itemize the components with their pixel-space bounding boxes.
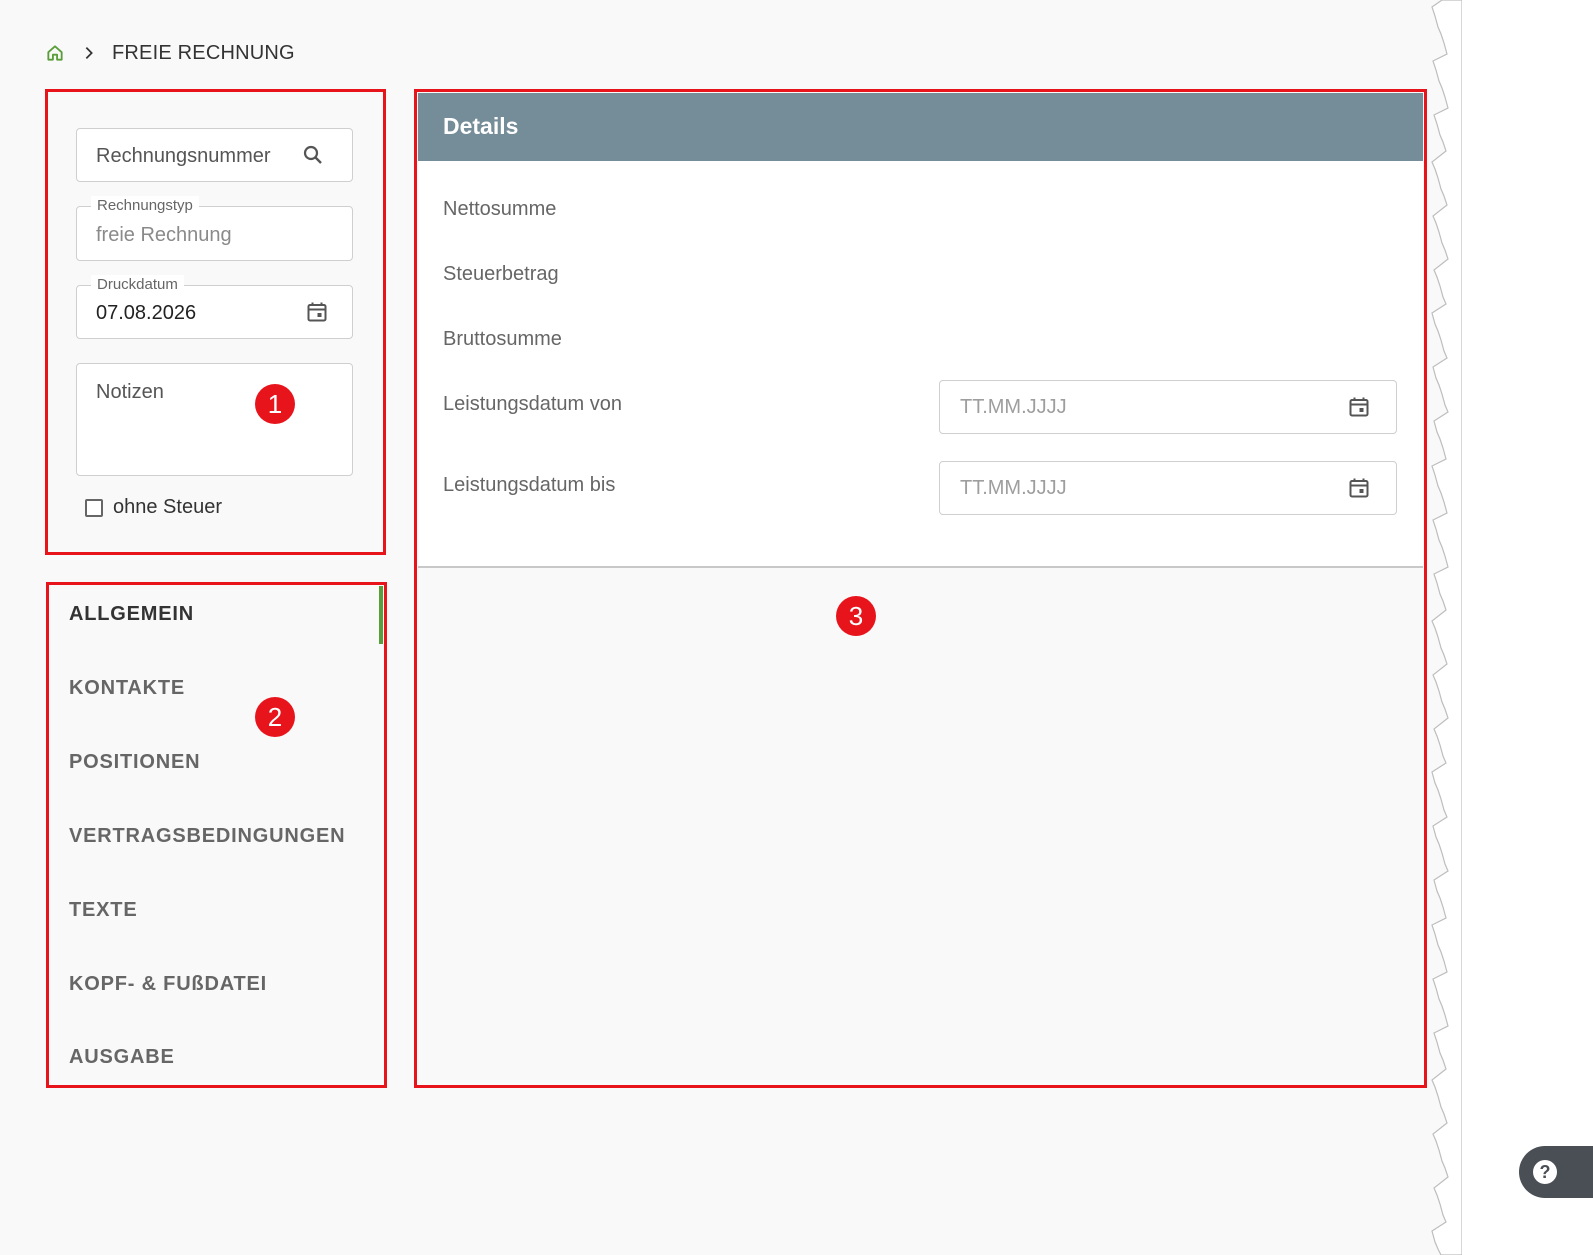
chevron-right-icon bbox=[78, 42, 100, 64]
invoice-type-value: freie Rechnung bbox=[96, 224, 232, 246]
breadcrumb-current: FREIE RECHNUNG bbox=[112, 41, 295, 64]
print-date-value: 07.08.2026 bbox=[96, 302, 197, 324]
page: FREIE RECHNUNG Rechnungsnummer Rechnungs… bbox=[0, 0, 1452, 1255]
section-tabs: ALLGEMEIN KONTAKTE POSITIONEN VERTRAGSBE… bbox=[49, 586, 383, 1084]
notes-textarea[interactable]: Notizen bbox=[76, 363, 353, 476]
tab-kontakte[interactable]: KONTAKTE bbox=[69, 677, 185, 700]
tab-kopf-fussdatei[interactable]: KOPF- & FUßDATEI bbox=[69, 973, 267, 996]
help-button[interactable]: ? bbox=[1519, 1146, 1593, 1198]
calendar-icon[interactable] bbox=[305, 300, 329, 324]
invoice-type-field: Rechnungstyp freie Rechnung bbox=[76, 196, 353, 261]
tab-allgemein[interactable]: ALLGEMEIN bbox=[69, 603, 194, 626]
annotation-box-details bbox=[414, 89, 1427, 1088]
invoice-number-input[interactable]: Rechnungsnummer bbox=[76, 128, 353, 182]
tab-vertragsbedingungen[interactable]: VERTRAGSBEDINGUNGEN bbox=[69, 825, 345, 848]
tab-positionen[interactable]: POSITIONEN bbox=[69, 751, 200, 774]
invoice-type-label: Rechnungstyp bbox=[91, 196, 199, 216]
invoice-number-placeholder: Rechnungsnummer bbox=[96, 145, 271, 167]
no-tax-checkbox[interactable] bbox=[85, 498, 103, 517]
annotation-badge-2: 2 bbox=[255, 697, 295, 737]
print-date-label: Druckdatum bbox=[91, 275, 184, 295]
active-tab-indicator bbox=[379, 586, 383, 644]
annotation-badge-3: 3 bbox=[836, 596, 876, 636]
torn-edge-decoration bbox=[1431, 0, 1462, 1255]
tab-texte[interactable]: TEXTE bbox=[69, 899, 137, 922]
no-tax-checkbox-row[interactable]: ohne Steuer bbox=[85, 496, 222, 519]
tab-ausgabe[interactable]: AUSGABE bbox=[69, 1046, 175, 1069]
help-icon: ? bbox=[1533, 1160, 1557, 1184]
notes-placeholder: Notizen bbox=[96, 381, 164, 403]
breadcrumb: FREIE RECHNUNG bbox=[44, 38, 295, 68]
no-tax-label: ohne Steuer bbox=[113, 496, 222, 518]
print-date-field[interactable]: Druckdatum 07.08.2026 bbox=[76, 275, 353, 339]
annotation-badge-1: 1 bbox=[255, 384, 295, 424]
home-icon[interactable] bbox=[44, 42, 66, 64]
search-icon[interactable] bbox=[301, 143, 325, 167]
